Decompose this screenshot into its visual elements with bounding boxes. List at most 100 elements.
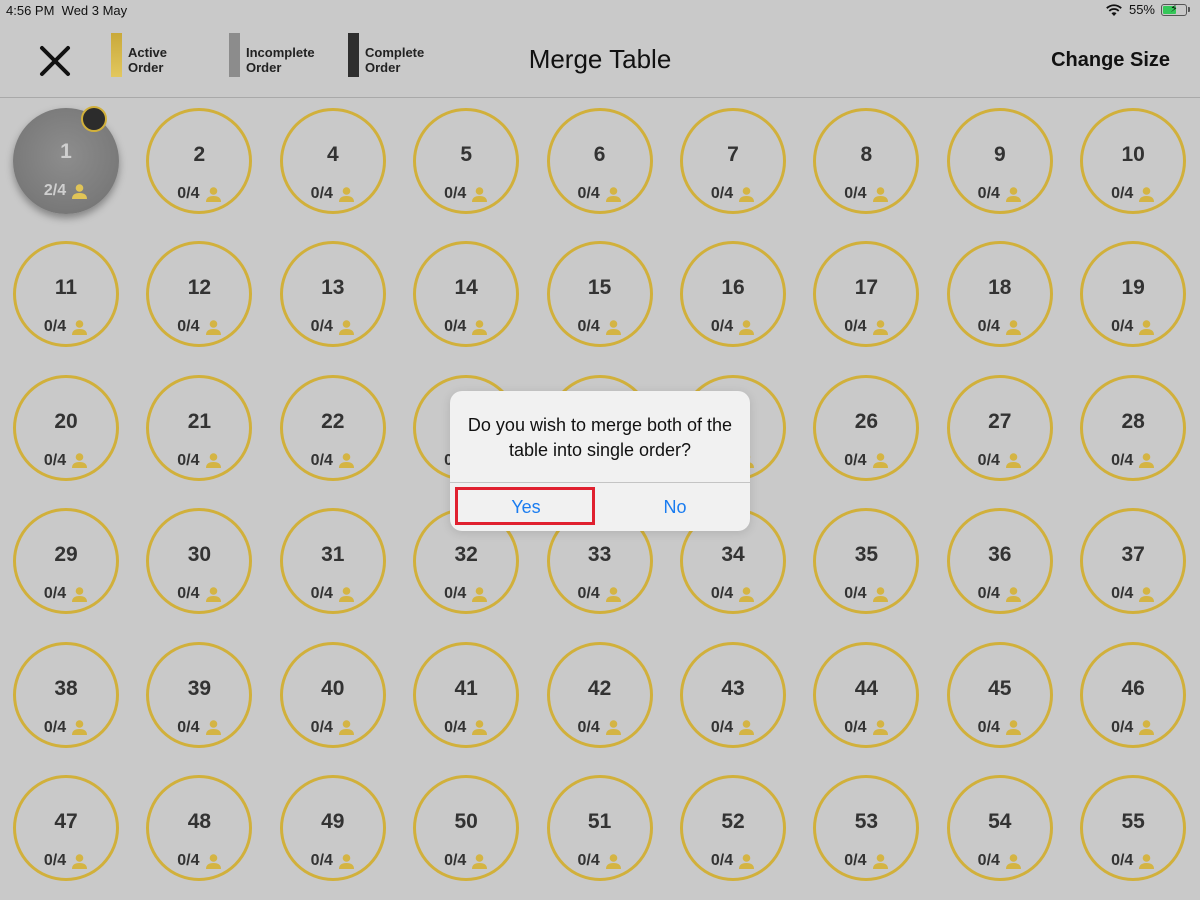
table-6[interactable]: 6 0/4: [546, 108, 653, 214]
table-occupancy: 0/4: [283, 185, 383, 203]
table-number: 10: [1121, 143, 1145, 166]
table-occupancy: 0/4: [950, 452, 1050, 470]
yes-button[interactable]: Yes: [455, 483, 597, 531]
person-icon: [205, 853, 221, 869]
table-15[interactable]: 15 0/4: [546, 241, 653, 348]
table-26[interactable]: 26 0/4: [813, 374, 920, 481]
table-53[interactable]: 53 0/4: [813, 775, 920, 881]
table-occupancy: 0/4: [816, 719, 916, 737]
table-11[interactable]: 11 0/4: [13, 241, 119, 348]
table-13[interactable]: 13 0/4: [279, 241, 386, 348]
table-number: 54: [988, 810, 1012, 833]
table-occupancy: 0/4: [416, 719, 516, 737]
table-29[interactable]: 29 0/4: [13, 508, 119, 615]
table-39[interactable]: 39 0/4: [146, 641, 253, 748]
status-date: Wed 3 May: [61, 3, 128, 18]
dialog-message: Do you wish to merge both of the table i…: [467, 415, 733, 460]
table-18[interactable]: 18 0/4: [946, 241, 1053, 348]
table-occupancy: 0/4: [550, 185, 650, 203]
table-occupancy-text: 0/4: [577, 718, 600, 736]
table-7[interactable]: 7 0/4: [680, 108, 786, 214]
table-4[interactable]: 4 0/4: [279, 108, 386, 214]
person-icon: [472, 320, 488, 335]
table-number: 50: [454, 810, 478, 833]
table-20[interactable]: 20 0/4: [13, 374, 119, 481]
table-41[interactable]: 41 0/4: [413, 641, 520, 748]
person-icon: [739, 186, 755, 202]
table-number: 27: [988, 409, 1012, 433]
table-number: 20: [54, 409, 78, 433]
table-55[interactable]: 55 0/4: [1080, 775, 1187, 881]
table-48[interactable]: 48 0/4: [146, 775, 253, 881]
person-icon: [1005, 853, 1021, 869]
table-40[interactable]: 40 0/4: [279, 641, 386, 748]
change-size-button[interactable]: Change Size: [1051, 49, 1170, 72]
table-occupancy-text: 0/4: [177, 318, 200, 336]
table-10[interactable]: 10 0/4: [1080, 108, 1187, 214]
table-occupancy: 0/4: [950, 585, 1050, 603]
table-number: 7: [727, 143, 739, 166]
table-14[interactable]: 14 0/4: [413, 241, 520, 348]
table-47[interactable]: 47 0/4: [13, 775, 119, 881]
table-occupancy-text: 0/4: [43, 852, 67, 869]
table-52[interactable]: 52 0/4: [680, 775, 786, 881]
table-number: 26: [854, 409, 879, 433]
table-12[interactable]: 12 0/4: [146, 241, 253, 348]
table-19[interactable]: 19 0/4: [1080, 241, 1187, 348]
table-occupancy-text: 0/4: [1111, 451, 1134, 469]
table-occupancy: 0/4: [816, 452, 916, 470]
table-36[interactable]: 36 0/4: [946, 508, 1053, 615]
table-8[interactable]: 8 0/4: [813, 108, 920, 214]
person-icon: [1005, 186, 1021, 202]
table-35[interactable]: 35 0/4: [813, 508, 920, 615]
table-occupancy: 0/4: [16, 585, 116, 603]
table-number: 38: [54, 676, 78, 700]
table-occupancy-text: 0/4: [177, 852, 200, 869]
table-45[interactable]: 45 0/4: [946, 641, 1053, 748]
table-occupancy: 0/4: [16, 318, 116, 336]
table-42[interactable]: 42 0/4: [546, 641, 653, 748]
table-16[interactable]: 16 0/4: [680, 241, 786, 348]
table-46[interactable]: 46 0/4: [1080, 641, 1187, 748]
table-28[interactable]: 28 0/4: [1080, 374, 1187, 481]
status-time: 4:56 PM: [6, 3, 55, 18]
person-icon: [739, 720, 755, 736]
table-number: 46: [1121, 676, 1145, 700]
charging-bolt-icon: ⚡: [1170, 2, 1178, 15]
table-27[interactable]: 27 0/4: [946, 374, 1053, 481]
table-22[interactable]: 22 0/4: [279, 374, 386, 481]
table-30[interactable]: 30 0/4: [146, 508, 253, 615]
table-occupancy: 0/4: [149, 852, 249, 870]
table-occupancy: 0/4: [1083, 585, 1183, 603]
table-43[interactable]: 43 0/4: [680, 641, 786, 748]
table-38[interactable]: 38 0/4: [13, 641, 119, 748]
table-number: 51: [587, 810, 612, 833]
table-31[interactable]: 31 0/4: [279, 508, 386, 615]
table-occupancy: 0/4: [16, 852, 116, 870]
no-button[interactable]: No: [600, 483, 750, 531]
person-icon: [872, 320, 888, 335]
table-occupancy: 0/4: [683, 318, 783, 336]
person-icon: [472, 586, 488, 602]
table-2[interactable]: 2 0/4: [146, 108, 253, 214]
table-occupancy: 0/4: [1083, 185, 1183, 203]
table-17[interactable]: 17 0/4: [813, 241, 920, 348]
table-occupancy-text: 0/4: [1111, 585, 1134, 603]
table-occupancy-text: 0/4: [310, 852, 333, 869]
table-37[interactable]: 37 0/4: [1080, 508, 1187, 615]
table-number: 37: [1121, 543, 1145, 567]
person-icon: [205, 586, 221, 602]
table-44[interactable]: 44 0/4: [813, 641, 920, 748]
table-50[interactable]: 50 0/4: [413, 775, 520, 881]
table-21[interactable]: 21 0/4: [146, 374, 253, 481]
table-occupancy: 0/4: [550, 585, 650, 603]
table-5[interactable]: 5 0/4: [413, 108, 520, 214]
wifi-icon: [1106, 3, 1122, 16]
table-49[interactable]: 49 0/4: [279, 775, 386, 881]
table-occupancy: 0/4: [550, 852, 650, 870]
table-54[interactable]: 54 0/4: [946, 775, 1053, 881]
table-51[interactable]: 51 0/4: [546, 775, 653, 881]
table-occupancy-text: 0/4: [43, 318, 67, 336]
table-9[interactable]: 9 0/4: [946, 108, 1053, 214]
person-icon: [1139, 320, 1155, 335]
